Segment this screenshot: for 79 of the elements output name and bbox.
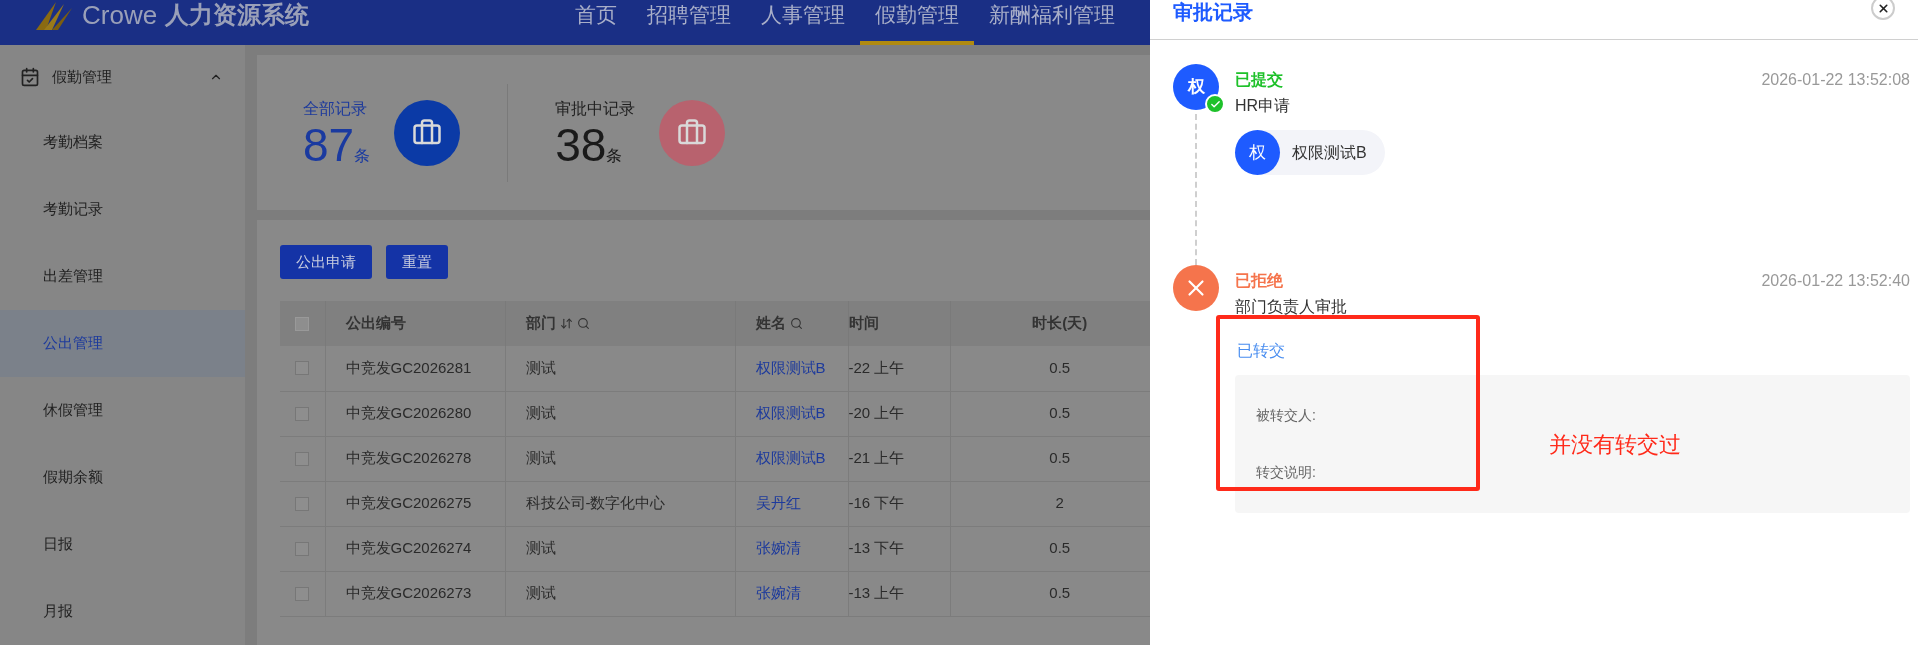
table-cell: 测试 (525, 584, 556, 602)
table-cell: -20 上午 (848, 404, 905, 422)
table-cell: 中竞发GC2026278 (345, 449, 472, 467)
sidebar-item[interactable]: 公出管理 (0, 310, 245, 377)
close-icon (1876, 1, 1890, 15)
step-label: HR申请 (1235, 96, 1291, 116)
table-cell: 0.5 (1049, 539, 1071, 557)
table-cell: 测试 (525, 449, 556, 467)
toolbar-button[interactable]: 重置 (386, 245, 448, 279)
search-icon[interactable] (576, 317, 590, 330)
name-link[interactable]: 权限测试B (755, 359, 826, 376)
step-status: 已拒绝 (1235, 271, 1283, 291)
nav-tab[interactable]: 首页 (560, 0, 632, 45)
nav-tab[interactable]: 人事管理 (746, 0, 860, 45)
system-name: 人力资源系统 (165, 0, 310, 30)
table-cell: -21 上午 (848, 449, 905, 467)
name-link[interactable]: 权限测试B (755, 449, 826, 467)
field-label: 转交说明: (1256, 463, 1317, 482)
table-cell: 2 (1055, 494, 1064, 512)
name-link[interactable]: 张婉清 (755, 539, 801, 557)
table-cell: 中竞发GC2026281 (345, 359, 472, 376)
sidebar-item[interactable]: 月报 (0, 578, 245, 645)
stat-value: 87条 (303, 120, 371, 169)
check-icon (1205, 94, 1225, 114)
step-time: 2026-01-22 13:52:08 (1761, 70, 1910, 90)
table-cell: 测试 (525, 404, 556, 422)
search-icon[interactable] (789, 317, 803, 330)
table-cell: 科技公司-数字化中心 (525, 494, 666, 512)
sidebar-item[interactable]: 日报 (0, 511, 245, 578)
name-link[interactable]: 张婉清 (755, 584, 801, 602)
calendar-icon (20, 67, 40, 87)
step-time: 2026-01-22 13:52:40 (1761, 271, 1910, 291)
approver-name: 权限测试B (1292, 142, 1367, 163)
nav-tab[interactable]: 招聘管理 (632, 0, 746, 45)
logo-text: Crowe (82, 0, 158, 30)
name-link[interactable]: 权限测试B (755, 404, 826, 422)
field-label: 被转交人: (1256, 406, 1317, 425)
close-button[interactable] (1871, 0, 1895, 20)
stat-label: 全部记录 (303, 98, 368, 119)
sidebar-item[interactable]: 考勤记录 (0, 176, 245, 243)
nav-tab[interactable]: 新酬福利管理 (974, 0, 1130, 45)
table-cell: 测试 (525, 359, 556, 376)
table-cell: 0.5 (1049, 449, 1071, 467)
step-label: 部门负责人审批 (1235, 297, 1347, 317)
reject-icon (1173, 265, 1219, 311)
table-cell: 中竞发GC2026280 (345, 404, 472, 422)
step-status: 已提交 (1235, 70, 1283, 90)
annotation-text: 并没有转交过 (1549, 430, 1681, 459)
stat-label: 审批中记录 (555, 98, 636, 119)
table-cell: 测试 (525, 539, 556, 557)
table-cell: 中竞发GC2026273 (345, 584, 472, 602)
table-cell: -22 上午 (848, 359, 905, 376)
nav-tab[interactable]: 假勤管理 (860, 0, 974, 45)
table-cell: 0.5 (1049, 404, 1071, 422)
stat-value: 38条 (555, 120, 624, 169)
table-cell: -13 下午 (848, 539, 905, 557)
table-cell: -13 上午 (848, 584, 905, 602)
sidebar-item[interactable]: 假期余额 (0, 444, 245, 511)
sidebar-group[interactable]: 假勤管理 (0, 45, 245, 109)
column-header: 时间 (848, 313, 879, 334)
name-link[interactable]: 吴丹红 (755, 494, 801, 512)
column-header: 姓名 (755, 313, 786, 334)
drawer-title: 审批记录 (1173, 0, 1253, 24)
user-avatar: 权 (1235, 130, 1280, 175)
sidebar-item[interactable]: 休假管理 (0, 377, 245, 444)
toolbar-button[interactable]: 公出申请 (280, 245, 372, 279)
table-cell: 0.5 (1049, 359, 1071, 376)
table-cell: -16 下午 (848, 494, 905, 512)
table-cell: 中竞发GC2026275 (345, 494, 472, 512)
column-header: 时长(天) (1032, 313, 1088, 334)
column-header: 公出编号 (345, 313, 406, 334)
table-cell: 0.5 (1049, 584, 1071, 602)
checkbox[interactable] (295, 316, 310, 331)
sidebar-item[interactable]: 考勤档案 (0, 109, 245, 176)
sort-icon[interactable] (559, 317, 573, 330)
column-header: 部门 (525, 313, 556, 334)
sidebar-item[interactable]: 出差管理 (0, 243, 245, 310)
transfer-status: 已转交 (1236, 341, 1286, 361)
table-cell: 中竞发GC2026274 (345, 539, 472, 557)
